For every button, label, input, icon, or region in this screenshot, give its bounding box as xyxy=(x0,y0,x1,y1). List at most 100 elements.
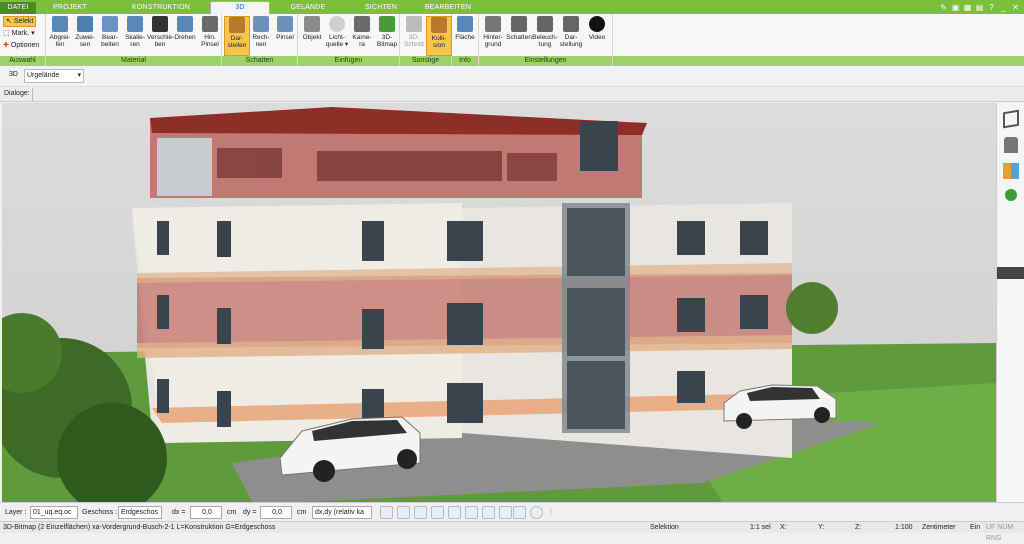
lichtquelle-button[interactable]: Licht- quelle ▾ xyxy=(324,16,350,56)
layer-visible-icon[interactable] xyxy=(499,506,512,519)
rechnen-button[interactable]: Rech- nen xyxy=(248,16,274,56)
minimize-icon[interactable]: _ xyxy=(999,3,1008,12)
tab-bearbeiten[interactable]: BEARBEITEN xyxy=(418,2,478,14)
pin-icon[interactable]: ⫶ xyxy=(550,506,552,519)
tab-gelaende[interactable]: GELÄNDE xyxy=(278,2,338,14)
monitor-icon xyxy=(563,16,579,32)
rotate-icon xyxy=(177,16,193,32)
chair-icon xyxy=(304,16,320,32)
group-sonstige: 3D- Schnitt Kolli- sion Sonstige xyxy=(400,14,452,66)
flaeche-button[interactable]: Fläche xyxy=(452,16,478,56)
hinpinsel-button[interactable]: Hin. Pinsel xyxy=(197,16,223,56)
beleuchtung-button[interactable]: Beleuch- tung xyxy=(532,16,558,56)
x-coordinate: X: xyxy=(780,524,787,531)
pinsel-button[interactable]: Pinsel xyxy=(272,16,298,56)
shadow-cube-icon xyxy=(229,17,245,33)
3d-viewport[interactable] xyxy=(2,103,996,502)
zuweisen-button[interactable]: Zuwei- sen xyxy=(72,16,98,56)
dialog-row: Dialoge: xyxy=(0,87,1024,102)
schatten-settings-button[interactable]: Schatten xyxy=(506,16,532,56)
video-button[interactable]: Video xyxy=(584,16,610,56)
eyedropper-icon xyxy=(52,16,68,32)
ribbon-label-strip xyxy=(613,56,1024,66)
objekt-button[interactable]: Objekt xyxy=(299,16,325,56)
group-label-schatten: Schatten xyxy=(222,56,297,66)
bitmap-button[interactable]: 3D- Bitmap xyxy=(374,16,400,56)
print-icon[interactable]: ▤ xyxy=(975,3,984,12)
chair-icon[interactable] xyxy=(1004,137,1018,153)
layer-label: Layer : xyxy=(5,509,27,516)
dy-input[interactable]: 0,0 xyxy=(260,506,292,519)
group-label-sonstige: Sonstige xyxy=(400,56,451,66)
layers-icon[interactable] xyxy=(1003,109,1019,129)
assign-icon xyxy=(77,16,93,32)
mode-label: 3D xyxy=(9,71,18,78)
terrain-select[interactable]: Urgelände ▾ xyxy=(24,69,84,83)
clock-icon[interactable] xyxy=(380,506,393,519)
group-schatten: Dar- stellen Rech- nen Pinsel Schatten xyxy=(222,14,298,66)
coordinate-mode-select[interactable]: dx,dy (relativ ka xyxy=(312,506,372,519)
building-render xyxy=(2,103,996,502)
tab-sichten[interactable]: SICHTEN xyxy=(356,2,406,14)
hintergrund-button[interactable]: Hinter- grund xyxy=(480,16,506,56)
panel-handle-icon[interactable] xyxy=(997,267,1024,279)
geschoss-label: Geschoss : xyxy=(82,509,118,516)
tab-konstruktion[interactable]: KONSTRUKTION xyxy=(118,2,204,14)
group-info: Fläche Info xyxy=(452,14,479,66)
ortho-icon[interactable] xyxy=(482,506,495,519)
abgreifen-button[interactable]: Abgrei- fen xyxy=(47,16,73,56)
tab-3d[interactable]: 3D xyxy=(210,1,270,14)
dx-unit: cm xyxy=(227,509,237,516)
bearbeiten-button[interactable]: Bear- beiten xyxy=(97,16,123,56)
ribbon: ↖ Selekt ⬚ Mark. ▾ ✚ Optionen Auswahl Abgrei… xyxy=(0,14,1024,66)
divider xyxy=(32,88,33,101)
ribbon-tab-bar: DATEI PROJEKT KONSTRUKTION 3D GELÄNDE SI… xyxy=(0,0,1024,14)
close-icon[interactable]: ✕ xyxy=(1011,3,1020,12)
darstellung-button[interactable]: Dar- stellung xyxy=(558,16,584,56)
screen-icon[interactable] xyxy=(397,506,410,519)
mark-button[interactable]: ⬚ Mark. ▾ xyxy=(3,28,35,39)
snap-icon[interactable] xyxy=(414,506,427,519)
darstellen-button[interactable]: Dar- stellen xyxy=(224,16,250,56)
secondary-toolbar: 3D Urgelände ▾ xyxy=(0,66,1024,87)
brush-icon xyxy=(202,16,218,32)
group-einstellungen: Hinter- grund Schatten Beleuch- tung Dar… xyxy=(479,14,613,66)
verschieben-button[interactable]: Verschie- ben xyxy=(147,16,174,56)
kollision-button[interactable]: Kolli- sion xyxy=(426,16,452,56)
group-label-auswahl: Auswahl xyxy=(0,56,45,66)
selection-count: 1:1 sel xyxy=(750,524,771,531)
group-einfuegen: Objekt Licht- quelle ▾ Kame- ra 3D- Bitm… xyxy=(298,14,400,66)
help-icon[interactable]: ? xyxy=(987,3,996,12)
dy-label: dy = xyxy=(243,509,257,516)
ein-indicator: Ein xyxy=(970,524,981,531)
edit-icon xyxy=(102,16,118,32)
dx-input[interactable]: 0,0 xyxy=(190,506,222,519)
geschoss-select[interactable]: Erdgeschos xyxy=(118,506,162,519)
brush-icon[interactable]: ✎ xyxy=(939,3,948,12)
n-icon[interactable] xyxy=(530,506,543,519)
info-text: 3D-Bitmap (2 Einzelflächen) xa-Vordergru… xyxy=(3,524,276,531)
y-coordinate: Y: xyxy=(818,524,825,531)
window-icon[interactable]: ▣ xyxy=(951,3,960,12)
schnitt-button[interactable]: 3D- Schnitt xyxy=(401,16,427,56)
tab-projekt[interactable]: PROJEKT xyxy=(48,2,92,14)
optionen-button[interactable]: ✚ Optionen xyxy=(3,40,39,51)
chevron-down-icon: ▾ xyxy=(77,72,81,79)
kamera-button[interactable]: Kame- ra xyxy=(349,16,375,56)
area-icon xyxy=(457,16,473,32)
materials-icon[interactable] xyxy=(1003,163,1019,179)
skalieren-button[interactable]: Skalie- ren xyxy=(122,16,148,56)
tab-datei[interactable]: DATEI xyxy=(0,2,36,14)
layer-select[interactable]: 01_uq.eq.oc xyxy=(30,506,78,519)
status-bar: Layer : 01_uq.eq.oc Geschoss : Erdgescho… xyxy=(0,502,1024,521)
grid-icon[interactable] xyxy=(513,506,526,519)
angle-icon[interactable] xyxy=(465,506,478,519)
drehen-button[interactable]: Drehen xyxy=(172,16,198,56)
group-material: Abgrei- fen Zuwei- sen Bear- beiten Skal… xyxy=(46,14,222,66)
save-icon[interactable]: ▦ xyxy=(963,3,972,12)
tree-icon[interactable] xyxy=(1005,189,1017,201)
selekt-button[interactable]: ↖ Selekt xyxy=(3,16,37,27)
move-icon xyxy=(152,16,168,32)
grid-snap-icon[interactable] xyxy=(431,506,444,519)
line-icon[interactable] xyxy=(448,506,461,519)
